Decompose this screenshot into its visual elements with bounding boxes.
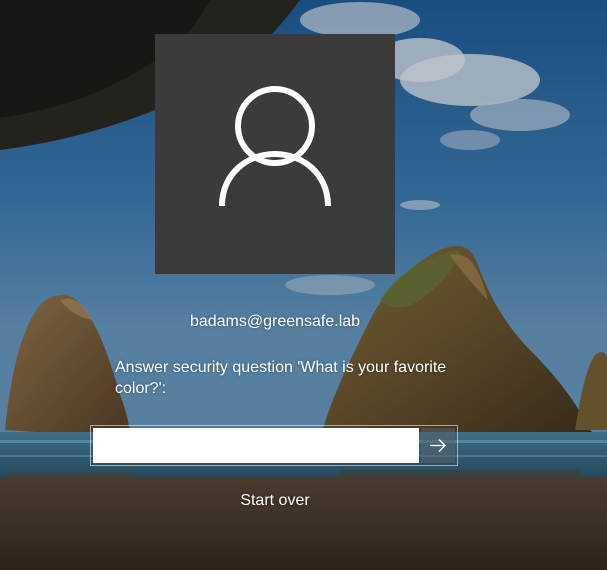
arrow-right-icon [430, 439, 446, 452]
username-label: badams@greensafe.lab [189, 313, 361, 330]
lock-screen: badams@greensafe.lab Answer security que… [0, 0, 607, 570]
security-question-prompt: Answer security question 'What is your f… [115, 359, 447, 397]
user-icon [219, 86, 331, 207]
user-avatar [155, 34, 395, 274]
start-over-link[interactable]: Start over [175, 492, 375, 510]
submit-button[interactable] [421, 428, 455, 463]
security-answer-input[interactable] [93, 428, 419, 463]
answer-field-container [90, 425, 458, 466]
